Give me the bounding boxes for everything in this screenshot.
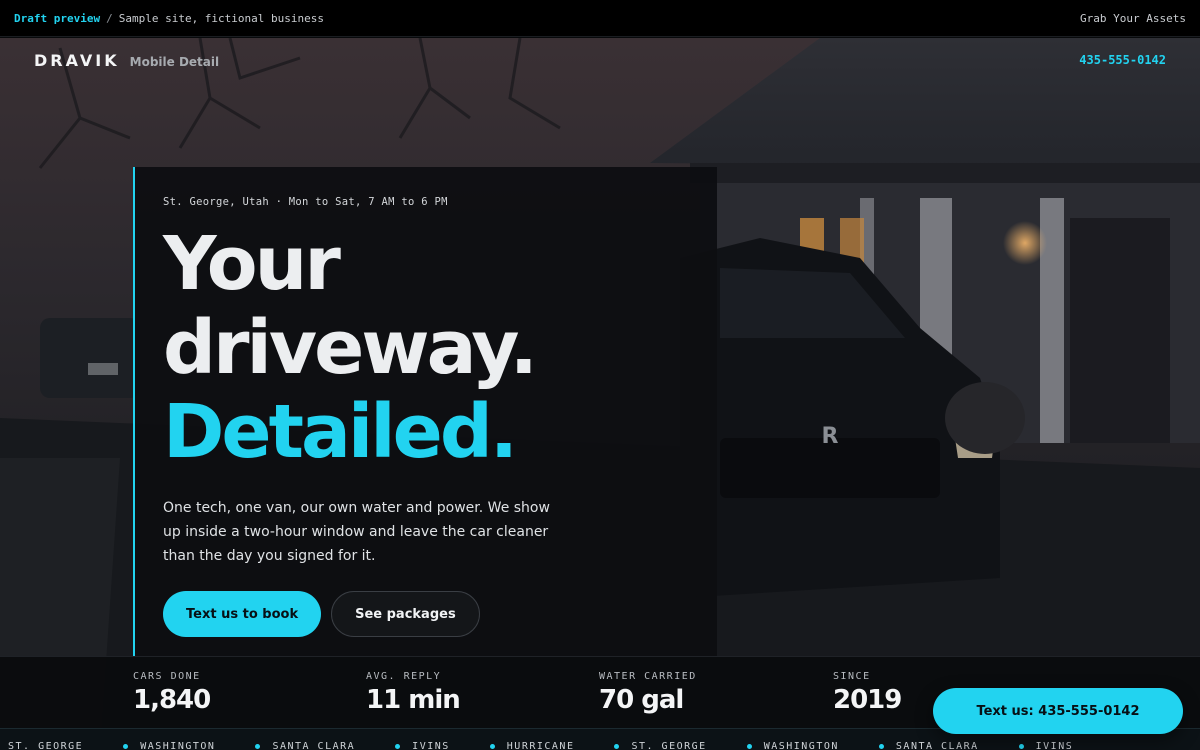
headline-line-3: Detailed. xyxy=(163,389,518,475)
ticker-label: WASHINGTON xyxy=(763,741,839,750)
ticker-label: ST. GEORGE xyxy=(8,741,84,750)
ticker-item: SANTA CLARA xyxy=(255,741,355,750)
ticker-track: ST. GEORGE WASHINGTON SANTA CLARA IVINS HURR… xyxy=(8,741,1113,750)
ticker-label: SANTA CLARA xyxy=(272,741,356,750)
ticker-label: IVINS xyxy=(412,741,450,750)
headline-line-2: driveway. xyxy=(163,305,538,391)
preview-separator: / xyxy=(106,11,113,25)
see-packages-button[interactable]: See packages xyxy=(331,591,480,637)
stat-value: 11 min xyxy=(366,685,461,715)
ticker-label: ST. GEORGE xyxy=(631,741,707,750)
ticker-item: WASHINGTON xyxy=(746,741,839,750)
stat-value: 70 gal xyxy=(599,685,684,715)
stat-label: SINCE xyxy=(833,671,871,682)
hero-actions: Text us to book See packages xyxy=(163,591,689,637)
stat-water-carried: WATER CARRIED 70 gal xyxy=(599,671,697,715)
brand-name: DRAVIK xyxy=(34,50,120,70)
dot-icon xyxy=(123,744,129,749)
stat-label: AVG. REPLY xyxy=(366,671,442,682)
header-phone-link[interactable]: 435-555-0142 xyxy=(1079,53,1166,67)
stat-value: 2019 xyxy=(833,685,902,715)
stat-label: CARS DONE xyxy=(133,671,201,682)
brand[interactable]: DRAVIK Mobile Detail xyxy=(34,51,219,70)
site-header: DRAVIK Mobile Detail 435-555-0142 xyxy=(0,38,1200,82)
stat-value: 1,840 xyxy=(133,685,211,715)
ticker-item: SANTA CLARA xyxy=(878,741,979,750)
text-to-book-button[interactable]: Text us to book xyxy=(163,591,322,637)
dot-icon xyxy=(878,744,884,749)
stat-avg-reply: AVG. REPLY 11 min xyxy=(366,671,461,715)
ticker-item: ST. GEORGE xyxy=(614,741,706,750)
stat-label: WATER CARRIED xyxy=(599,671,697,682)
floating-text-us-button[interactable]: Text us: 435-555-0142 xyxy=(933,688,1183,734)
preview-bar-left: Draft preview / Sample site, fictional bus… xyxy=(14,12,324,25)
dot-icon xyxy=(395,744,401,749)
ticker-item: ST. GEORGE xyxy=(8,741,83,750)
ticker-item: WASHINGTON xyxy=(123,741,215,750)
dot-icon xyxy=(1018,744,1024,749)
ticker-label: SANTA CLARA xyxy=(895,741,979,750)
ticker-label: HURRICANE xyxy=(506,741,575,750)
hero-card: St. George, Utah · Mon to Sat, 7 AM to 6… xyxy=(133,167,717,656)
hero-description: One tech, one van, our own water and pow… xyxy=(163,500,550,564)
draft-preview-label: Draft preview xyxy=(14,11,101,25)
location-hours: St. George, Utah · Mon to Sat, 7 AM to 6… xyxy=(163,196,448,208)
ticker-label: IVINS xyxy=(1035,741,1074,750)
vehicle-emblem: R xyxy=(822,424,839,449)
hero-headline: Your driveway. Detailed. xyxy=(163,222,689,474)
headline-line-1: Your xyxy=(163,221,341,307)
preview-note: Sample site, fictional business xyxy=(118,11,325,25)
ticker-item: HURRICANE xyxy=(489,741,575,750)
dot-icon xyxy=(489,744,495,749)
grab-assets-link[interactable]: Grab Your Assets xyxy=(1080,12,1186,25)
dot-icon xyxy=(746,744,752,749)
preview-bar: Draft preview / Sample site, fictional bus… xyxy=(0,0,1200,37)
dot-icon xyxy=(255,744,261,749)
stat-cars-done: CARS DONE 1,840 xyxy=(133,671,211,715)
brand-subtitle: Mobile Detail xyxy=(129,54,220,69)
ticker-label: WASHINGTON xyxy=(140,741,216,750)
dot-icon xyxy=(614,744,620,749)
ticker-item: IVINS xyxy=(395,741,450,750)
stat-since: SINCE 2019 xyxy=(833,671,902,715)
ticker-item: IVINS xyxy=(1018,741,1074,750)
